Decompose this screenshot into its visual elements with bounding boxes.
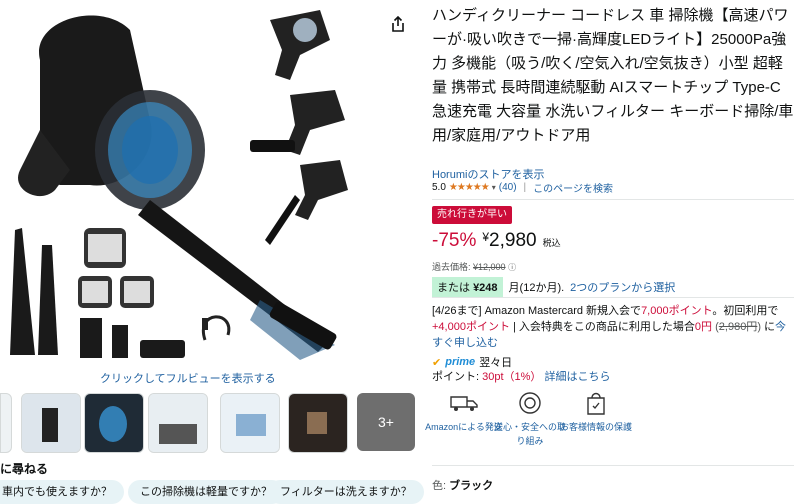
- promo-mid2: | 入会特典をこの商品に利用した場合: [509, 321, 695, 333]
- main-product-image[interactable]: [0, 0, 400, 365]
- installment-row: または ¥248 月(12か月). 2つのプランから選択: [432, 277, 675, 297]
- tax-label: 税込: [542, 238, 561, 248]
- currency-symbol: ¥: [482, 230, 490, 244]
- question-chip[interactable]: 車内でも使えますか？: [0, 480, 124, 504]
- installment-amount: ¥248: [473, 282, 498, 294]
- share-icon[interactable]: [386, 12, 410, 36]
- points-row: ポイント: 30pt（1%） 詳細はこちら: [432, 368, 611, 384]
- price: 2,980: [489, 230, 537, 251]
- ask-heading: に尋ねる: [0, 462, 49, 476]
- feature-label: お客様情報の保護: [559, 422, 632, 432]
- promo-points: 7,000ポイント: [641, 305, 713, 317]
- deal-badge: 売れ行きが早い: [432, 206, 512, 224]
- divider: [432, 199, 794, 200]
- question-chip[interactable]: この掃除機は軽量ですか？: [128, 480, 284, 504]
- installment-plans-link[interactable]: 2つのプランから選択: [570, 279, 675, 295]
- list-price: ¥12,000: [473, 262, 506, 272]
- search-page-link[interactable]: このページを検索: [533, 180, 613, 195]
- rating-row: 5.0 ★★★★★ ▾ (40) | このページを検索: [432, 180, 613, 195]
- color-value: ブラック: [449, 480, 494, 492]
- thumbnail[interactable]: [84, 393, 144, 453]
- usage-illustration-2: [250, 90, 345, 155]
- price-row: -75% ¥2,980 税込: [432, 230, 561, 252]
- question-chip[interactable]: フィルターは洗えますか？: [268, 480, 424, 504]
- promo-mid: 。初回利用で: [712, 305, 779, 317]
- promo-old-price: 2,980円: [718, 321, 758, 333]
- points-label: ポイント:: [432, 371, 480, 383]
- list-price-row: 過去価格: ¥12,000 ⓘ: [432, 260, 516, 273]
- check-icon: ✔: [432, 356, 442, 369]
- star-rating-icon[interactable]: ★★★★★: [449, 182, 490, 193]
- prime-logo[interactable]: prime: [445, 356, 475, 368]
- promo-zero-price: 0円: [694, 321, 713, 333]
- usage-illustration-3: [265, 160, 348, 245]
- chevron-down-icon[interactable]: ▾: [492, 183, 496, 192]
- points-value: 30pt（1%）: [482, 371, 542, 383]
- usage-illustration-1: [270, 10, 330, 80]
- color-row: 色: ブラック: [432, 477, 493, 493]
- info-icon[interactable]: ⓘ: [508, 263, 516, 272]
- color-label: 色:: [432, 480, 447, 492]
- points-details-link[interactable]: 詳細はこちら: [545, 371, 611, 383]
- thumbnail[interactable]: [288, 393, 348, 453]
- divider: [432, 465, 794, 466]
- thumbnail[interactable]: [148, 393, 208, 453]
- promo-tail: に: [764, 321, 776, 333]
- list-price-label: 過去価格:: [432, 262, 471, 272]
- installment-badge: または ¥248: [432, 277, 503, 297]
- installment-prefix: または: [437, 282, 470, 294]
- thumbnail[interactable]: [21, 393, 81, 453]
- image-gallery: クリックしてフルビューを表示する 3+ に尋ねる 車内でも使えますか？ この掃除…: [0, 0, 424, 504]
- installment-months: 月(12か月).: [508, 282, 565, 294]
- thumbnail[interactable]: [0, 393, 12, 453]
- promo-lead: [4/26まで] Amazon Mastercard 新規入会で: [432, 305, 642, 317]
- divider: [432, 297, 794, 298]
- lock-bag-icon: [556, 388, 636, 418]
- rating-count-link[interactable]: (40): [499, 182, 517, 193]
- promo-bonus-points: +4,000ポイント: [432, 321, 510, 333]
- discount-percent: -75%: [432, 230, 477, 251]
- product-title: ハンディクリーナー コードレス 車 掃除機【高速パワーが·吸い吹きで一掃·高輝度…: [432, 7, 794, 144]
- more-images-button[interactable]: 3+: [357, 393, 415, 451]
- promo-text: [4/26まで] Amazon Mastercard 新規入会で7,000ポイン…: [432, 305, 787, 349]
- full-view-link[interactable]: クリックしてフルビューを表示する: [100, 370, 276, 386]
- thumbnail[interactable]: [220, 393, 280, 453]
- feature-privacy[interactable]: お客様情報の保護: [556, 388, 636, 434]
- separator: |: [523, 182, 527, 193]
- rating-value: 5.0: [432, 182, 446, 193]
